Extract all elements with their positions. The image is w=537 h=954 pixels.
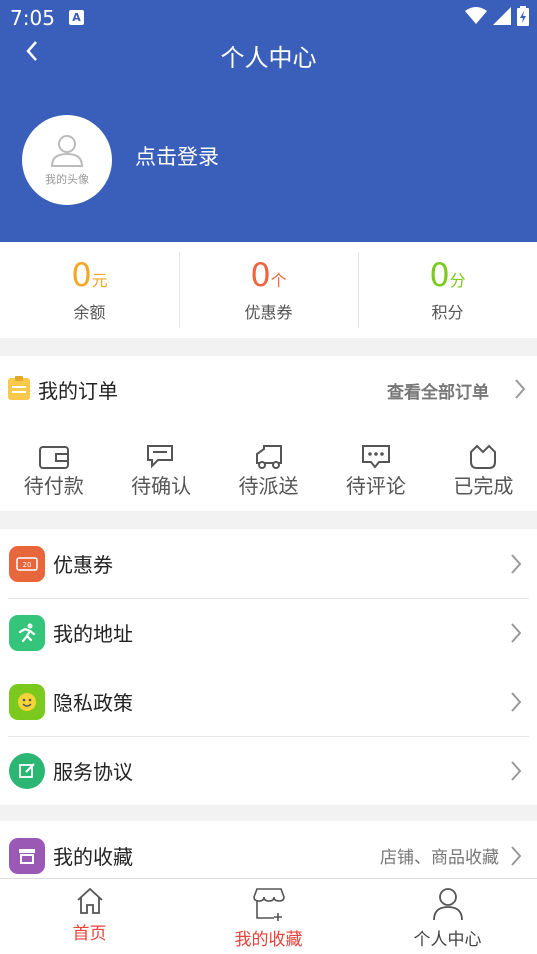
profile-screen: 7:05 A 个人中心 我的头像 点击登录 0元 余额 0个 优惠券 0分 积分… <box>0 0 537 954</box>
status-bar: 7:05 A <box>0 0 537 34</box>
stat-value: 0 <box>250 256 271 294</box>
avatar[interactable]: 我的头像 <box>22 115 112 205</box>
order-tab-label: 已完成 <box>453 474 514 498</box>
order-status-tabs: 待付款 待确认 待派送 待评论 已完成 <box>0 444 537 504</box>
smile-icon <box>9 683 45 720</box>
stat-unit: 元 <box>91 271 108 290</box>
account-stats: 0元 余额 0个 优惠券 0分 积分 <box>0 242 537 338</box>
truck-icon <box>255 445 282 469</box>
menu-group-2: 隐私政策 服务协议 <box>0 667 537 805</box>
order-tab-label: 待付款 <box>23 474 84 498</box>
message-icon <box>147 445 174 469</box>
signal-icon <box>493 7 511 25</box>
comment-icon <box>361 445 390 469</box>
menu-label: 优惠券 <box>53 553 113 577</box>
tab-label: 首页 <box>72 924 107 944</box>
person-icon <box>432 888 463 921</box>
store-icon <box>9 837 45 874</box>
order-tab-pending-review[interactable]: 待评论 <box>322 444 429 504</box>
menu-item-privacy[interactable]: 隐私政策 <box>0 667 537 736</box>
menu-label: 我的收藏 <box>53 845 133 869</box>
menu-item-service-agreement[interactable]: 服务协议 <box>0 736 537 805</box>
menu-label: 我的地址 <box>53 622 133 646</box>
stat-points[interactable]: 0分 积分 <box>358 242 537 338</box>
order-tab-completed[interactable]: 已完成 <box>430 444 537 504</box>
shirt-icon <box>470 444 497 469</box>
coupon-icon: 20 <box>9 545 45 582</box>
chevron-right-icon <box>515 379 526 399</box>
order-tab-label: 待确认 <box>131 474 192 498</box>
chevron-right-icon <box>511 622 522 643</box>
stat-value: 0 <box>429 256 450 294</box>
chevron-right-icon <box>511 553 522 574</box>
order-tab-pending-payment[interactable]: 待付款 <box>0 444 107 504</box>
stat-unit: 个 <box>270 271 287 290</box>
login-link[interactable]: 点击登录 <box>135 141 219 171</box>
wallet-icon <box>38 446 69 469</box>
order-tab-pending-delivery[interactable]: 待派送 <box>215 444 322 504</box>
menu-item-address[interactable]: 我的地址 <box>0 598 537 667</box>
order-tab-pending-confirm[interactable]: 待确认 <box>107 444 214 504</box>
bottom-tab-bar: 首页 我的收藏 个人中心 <box>0 878 537 954</box>
chevron-right-icon <box>511 845 522 866</box>
stat-balance[interactable]: 0元 余额 <box>0 242 179 338</box>
avatar-label: 我的头像 <box>45 173 89 186</box>
orders-header[interactable]: 我的订单 查看全部订单 <box>0 356 537 420</box>
runner-icon <box>9 614 45 651</box>
menu-label: 服务协议 <box>53 760 133 784</box>
menu-group-1: 20 优惠券 我的地址 <box>0 529 537 667</box>
stat-unit: 分 <box>449 271 466 290</box>
orders-section: 我的订单 查看全部订单 待付款 待确认 待派送 待评论 已完成 <box>0 356 537 511</box>
stat-label: 积分 <box>431 303 464 322</box>
status-icons <box>465 6 529 26</box>
stat-value: 0 <box>71 256 92 294</box>
chevron-right-icon <box>511 691 522 712</box>
status-time: 7:05 <box>10 6 55 30</box>
view-all-orders-link[interactable]: 查看全部订单 <box>387 378 489 403</box>
home-icon <box>76 887 103 914</box>
menu-extra-text: 店铺、商品收藏 <box>380 848 499 868</box>
header: 7:05 A 个人中心 我的头像 点击登录 <box>0 0 537 242</box>
tab-home[interactable]: 首页 <box>0 879 179 954</box>
notification-badge: A <box>69 10 84 25</box>
stat-label: 优惠券 <box>244 303 293 322</box>
battery-icon <box>517 6 529 26</box>
stat-label: 余额 <box>73 303 106 322</box>
shop-icon <box>252 888 285 921</box>
order-tab-label: 待派送 <box>238 474 299 498</box>
tab-profile[interactable]: 个人中心 <box>358 879 537 954</box>
tab-label: 我的收藏 <box>234 930 303 950</box>
orders-title: 我的订单 <box>38 379 118 403</box>
tab-favorites[interactable]: 我的收藏 <box>179 879 358 954</box>
user-avatar-icon <box>50 135 84 167</box>
stat-coupons[interactable]: 0个 优惠券 <box>179 242 358 338</box>
order-tab-label: 待评论 <box>345 474 406 498</box>
svg-text:20: 20 <box>23 561 32 569</box>
page-title: 个人中心 <box>220 44 317 72</box>
chevron-right-icon <box>511 760 522 781</box>
menu-label: 隐私政策 <box>53 691 133 715</box>
wifi-icon <box>465 7 487 24</box>
menu-item-coupons[interactable]: 20 优惠券 <box>0 529 537 598</box>
edit-icon <box>9 752 45 789</box>
tab-label: 个人中心 <box>413 930 482 950</box>
clipboard-icon <box>8 376 30 400</box>
